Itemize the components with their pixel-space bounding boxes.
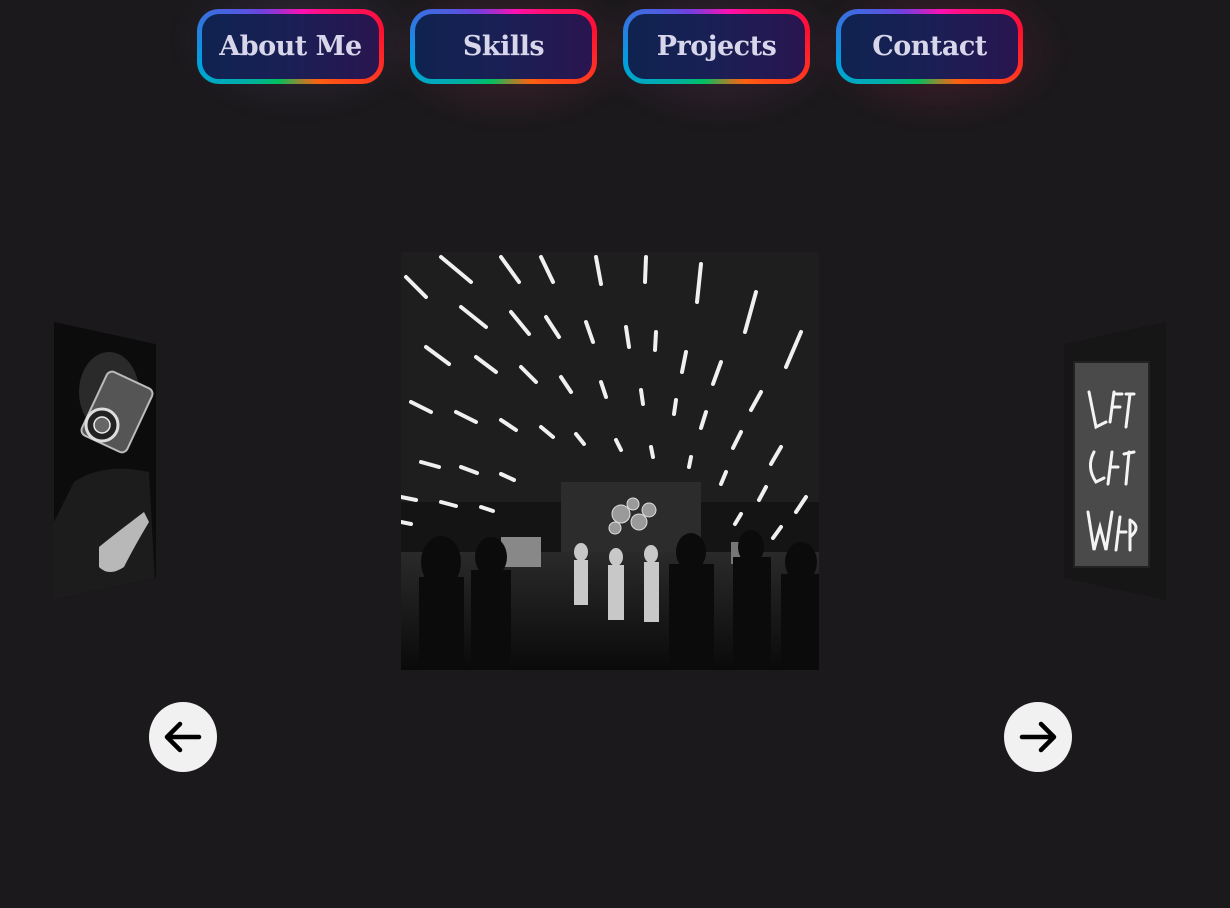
nav-projects-button[interactable]: Projects bbox=[623, 9, 810, 84]
portfolio-page: About Me Skills Projects Contact bbox=[0, 0, 1230, 908]
arrow-left-icon bbox=[164, 721, 202, 753]
nav-skills-button[interactable]: Skills bbox=[410, 9, 597, 84]
carousel-slide-current[interactable] bbox=[401, 252, 819, 670]
arrow-right-icon bbox=[1019, 721, 1057, 753]
carousel-slide-next[interactable] bbox=[1064, 322, 1166, 600]
neon-sign-image bbox=[1064, 322, 1166, 600]
main-nav: About Me Skills Projects Contact bbox=[197, 9, 1023, 84]
nav-projects-label: Projects bbox=[628, 14, 805, 79]
nav-about-button[interactable]: About Me bbox=[197, 9, 384, 84]
nav-skills-label: Skills bbox=[415, 14, 592, 79]
carousel-next-button[interactable] bbox=[1004, 702, 1072, 772]
nightclub-party-image bbox=[401, 252, 819, 670]
camera-photographer-image bbox=[54, 322, 156, 600]
carousel-prev-button[interactable] bbox=[149, 702, 217, 772]
carousel-slide-prev[interactable] bbox=[54, 322, 156, 600]
nav-contact-button[interactable]: Contact bbox=[836, 9, 1023, 84]
nav-about-label: About Me bbox=[202, 14, 379, 79]
nav-contact-label: Contact bbox=[841, 14, 1018, 79]
